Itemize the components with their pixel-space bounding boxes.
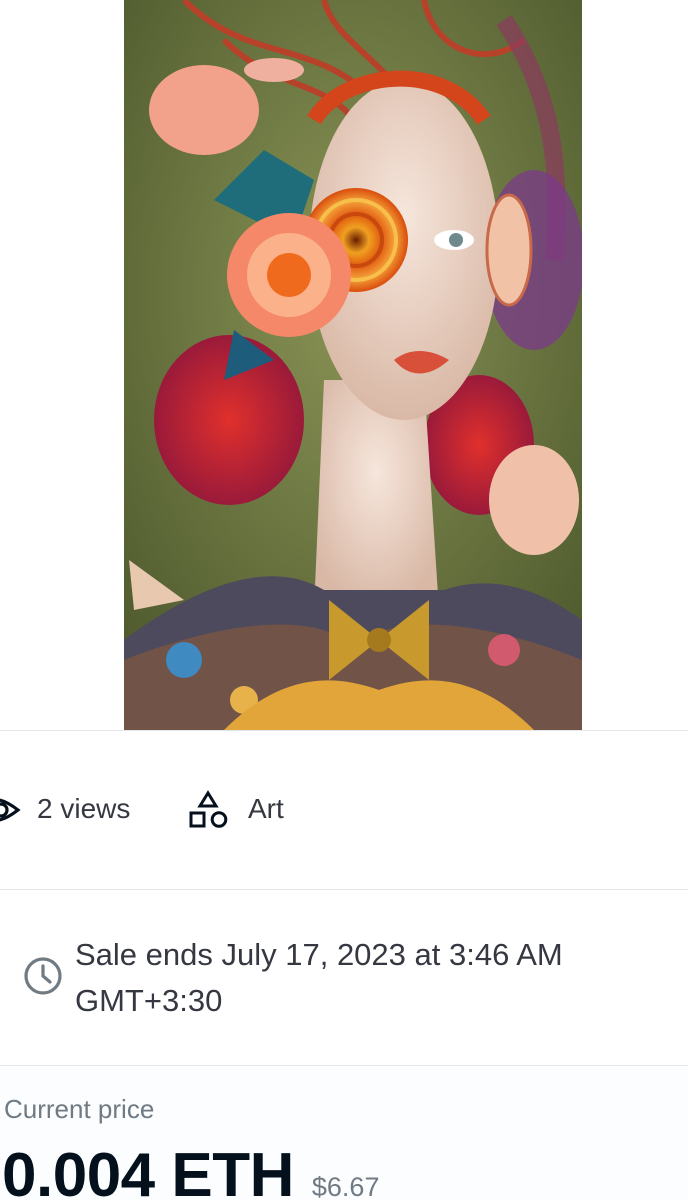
price-amount: 0.004 ETH (2, 1141, 294, 1200)
clock-icon (22, 955, 64, 997)
divider (0, 889, 688, 890)
price-row: 0.004 ETH $6.67 (2, 1140, 379, 1200)
category-link[interactable]: Art (248, 793, 284, 825)
sale-ends-text: Sale ends July 17, 2023 at 3:46 AM GMT+3… (75, 937, 563, 1018)
artwork-illustration (124, 0, 582, 730)
nft-artwork-image[interactable] (124, 0, 582, 730)
item-page: 2 views Art Sale ends July 17, 2023 at 3… (0, 0, 688, 1200)
shapes-icon (188, 790, 228, 832)
category-label: Art (248, 793, 284, 824)
eye-icon (0, 790, 24, 830)
price-fiat: $6.67 (311, 1172, 380, 1200)
views-label: 2 views (37, 793, 131, 824)
divider (0, 730, 688, 731)
price-caption: Current price (4, 1094, 155, 1124)
views-count: 2 views (37, 793, 130, 825)
